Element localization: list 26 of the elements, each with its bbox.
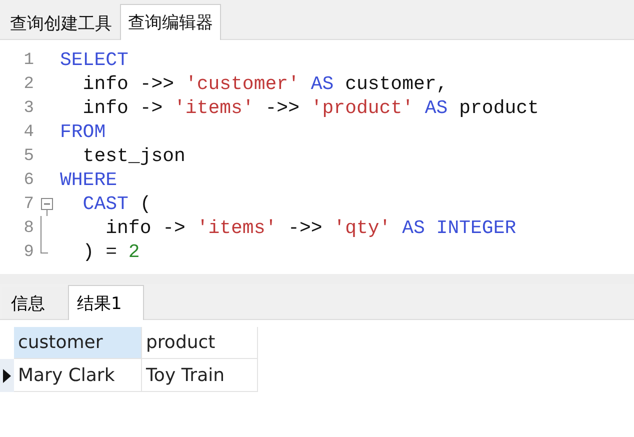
table-cell: Toy Train: [142, 359, 258, 392]
line-number: 9: [22, 242, 34, 262]
code-line: info -> 'items' ->> 'product' AS product: [82, 97, 539, 119]
code-line: test_json: [82, 145, 186, 167]
code-line: SELECT: [60, 49, 128, 71]
line-number: 5: [22, 146, 34, 166]
code-line: info -> 'items' ->> 'qty' AS INTEGER: [104, 217, 516, 239]
code-line: WHERE: [60, 169, 118, 191]
code-line: ) = 2: [82, 241, 140, 263]
line-number: 2: [22, 74, 34, 94]
column-header[interactable]: product: [142, 327, 258, 359]
code-line: FROM: [60, 121, 106, 143]
line-number: 8: [22, 218, 34, 238]
table-cell: Mary Clark: [14, 359, 142, 392]
fold-end-icon: [40, 240, 48, 254]
result-tab[interactable]: 结果1: [68, 285, 144, 320]
line-number: 6: [22, 170, 34, 190]
line-number: 7: [22, 194, 34, 214]
editor-tab[interactable]: 查询编辑器: [120, 4, 221, 40]
code-line: info ->> 'customer' AS customer,: [82, 73, 448, 95]
line-number: 1: [22, 50, 34, 70]
fold-line-icon: [40, 216, 42, 240]
code-line: CAST (: [82, 193, 152, 215]
line-number: 3: [22, 98, 34, 118]
line-number: 4: [22, 122, 34, 142]
column-header[interactable]: customer: [14, 327, 142, 359]
